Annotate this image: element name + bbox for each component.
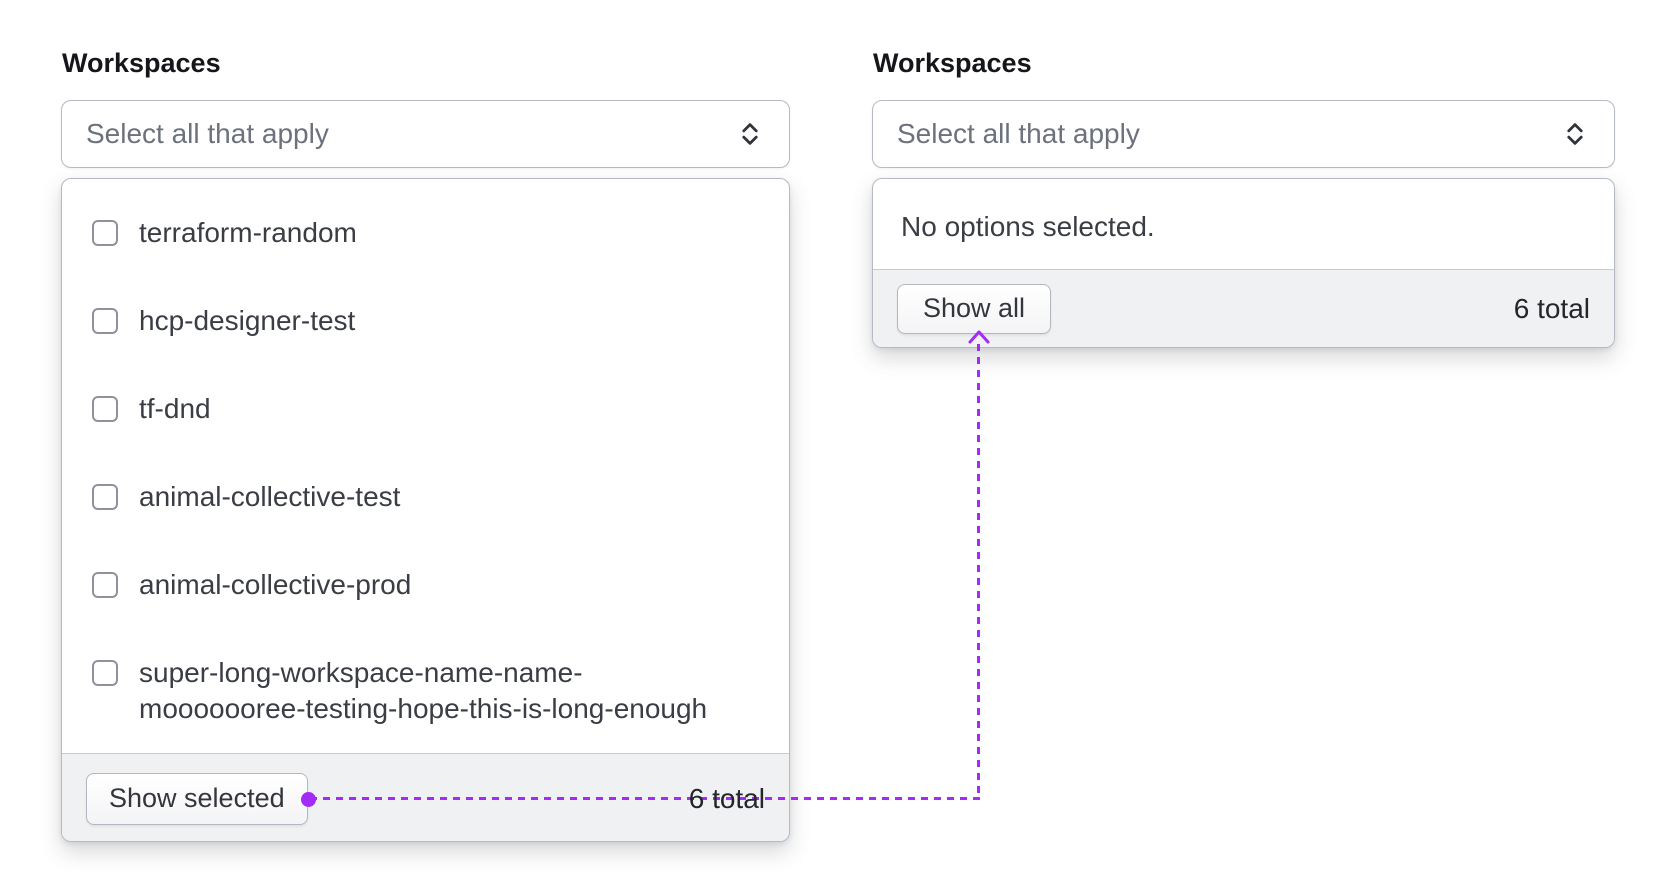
option-row[interactable]: tf-dnd — [62, 365, 789, 453]
field-label: Workspaces — [62, 48, 221, 78]
option-checkbox[interactable] — [92, 572, 118, 598]
option-row[interactable]: terraform-random — [62, 189, 789, 277]
total-count: 6 total — [688, 782, 765, 814]
show-all-button[interactable]: Show all — [897, 283, 1052, 334]
unfold-more-icon — [1567, 123, 1583, 145]
show-selected-button[interactable]: Show selected — [86, 772, 308, 825]
option-label: animal-collective-test — [139, 481, 401, 512]
options-dropdown: terraform-random hcp-designer-test tf-dn… — [61, 178, 790, 842]
option-row[interactable]: animal-collective-prod — [62, 541, 789, 629]
select-placeholder: Select all that apply — [897, 118, 1140, 149]
option-label: tf-dnd — [139, 393, 211, 424]
field-label: Workspaces — [873, 48, 1032, 78]
annotation-start-dot — [301, 792, 316, 807]
option-row[interactable]: super-long-workspace-name-name-moooooore… — [62, 629, 789, 753]
option-label: hcp-designer-test — [139, 305, 356, 336]
options-list: terraform-random hcp-designer-test tf-dn… — [62, 179, 789, 753]
option-label: animal-collective-prod — [139, 569, 412, 600]
arrow-up-icon — [968, 330, 990, 344]
select-trigger[interactable]: Select all that apply — [872, 100, 1615, 168]
annotation-vertical-line — [977, 344, 980, 800]
option-checkbox[interactable] — [92, 396, 118, 422]
empty-state: No options selected. — [873, 179, 1614, 269]
option-checkbox[interactable] — [92, 484, 118, 510]
annotation-horizontal-line — [310, 797, 980, 800]
unfold-more-icon — [742, 123, 758, 145]
multiselect-right: Workspaces Select all that apply No opti… — [872, 46, 1615, 348]
multiselect-left: Workspaces Select all that apply terrafo… — [61, 46, 790, 842]
option-checkbox[interactable] — [92, 308, 118, 334]
select-trigger[interactable]: Select all that apply — [61, 100, 790, 168]
option-checkbox[interactable] — [92, 660, 118, 686]
option-row[interactable]: animal-collective-test — [62, 453, 789, 541]
empty-message: No options selected. — [901, 211, 1155, 242]
option-checkbox[interactable] — [92, 220, 118, 246]
total-count: 6 total — [1513, 292, 1590, 324]
page: Workspaces Select all that apply terrafo… — [0, 0, 1672, 892]
option-label: terraform-random — [139, 217, 357, 248]
option-label: super-long-workspace-name-name-moooooore… — [139, 657, 708, 724]
select-placeholder: Select all that apply — [86, 118, 329, 149]
option-row[interactable]: hcp-designer-test — [62, 277, 789, 365]
empty-dropdown: No options selected. Show all 6 total — [872, 178, 1615, 348]
